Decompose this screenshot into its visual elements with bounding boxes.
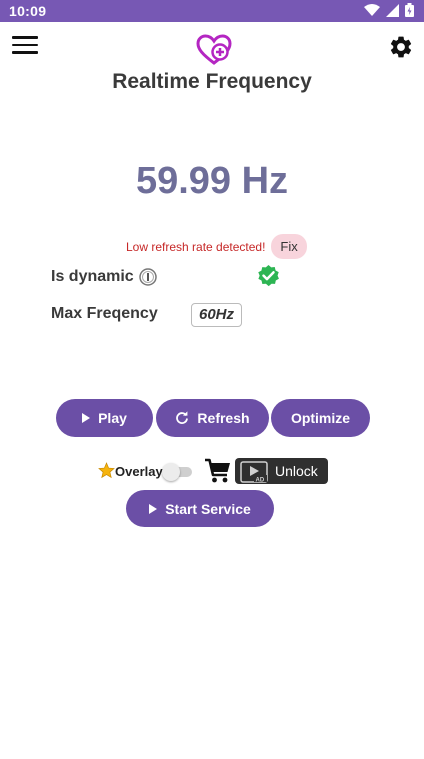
verified-check-icon	[258, 265, 279, 287]
warning-row: Low refresh rate detected! Fix	[126, 234, 307, 259]
overlay-toggle[interactable]	[162, 463, 192, 481]
refresh-icon	[176, 411, 189, 424]
star-icon	[98, 462, 115, 479]
hamburger-menu-icon[interactable]	[12, 36, 38, 60]
cart-icon[interactable]	[204, 458, 232, 484]
start-service-label: Start Service	[165, 500, 251, 517]
frequency-readout: 59.99 Hz	[135, 160, 289, 202]
status-bar: 10:09	[0, 0, 424, 22]
play-button-label: Play	[98, 410, 127, 426]
status-icons	[364, 3, 414, 17]
play-icon	[82, 413, 91, 423]
ad-badge: AD	[256, 478, 265, 484]
is-dynamic-label: Is dynamic	[51, 268, 134, 285]
video-ad-icon: AD	[240, 461, 268, 483]
app-title: Realtime Frequency	[112, 70, 312, 93]
overlay-label: Overlay	[115, 464, 163, 479]
signal-icon	[386, 3, 399, 17]
optimize-button[interactable]: Optimize	[271, 399, 370, 437]
status-time: 10:09	[9, 3, 47, 19]
play-icon	[149, 503, 158, 514]
battery-icon	[405, 3, 414, 17]
fix-button[interactable]: Fix	[271, 234, 307, 259]
heart-plus-logo	[196, 34, 232, 65]
start-service-button[interactable]: Start Service	[126, 490, 274, 527]
unlock-button[interactable]: AD Unlock	[235, 458, 328, 484]
info-icon[interactable]	[139, 268, 157, 286]
optimize-button-label: Optimize	[290, 410, 351, 426]
refresh-button[interactable]: Refresh	[156, 399, 269, 437]
max-frequency-label: Max Freqency	[51, 305, 158, 322]
gear-icon[interactable]	[388, 34, 414, 60]
wifi-icon	[364, 3, 380, 16]
sound-wave-graphic	[0, 645, 424, 747]
unlock-label: Unlock	[275, 463, 318, 479]
max-frequency-value: 60Hz	[191, 303, 242, 327]
low-refresh-warning: Low refresh rate detected!	[126, 239, 266, 254]
play-button[interactable]: Play	[56, 399, 153, 437]
refresh-button-label: Refresh	[197, 410, 250, 426]
